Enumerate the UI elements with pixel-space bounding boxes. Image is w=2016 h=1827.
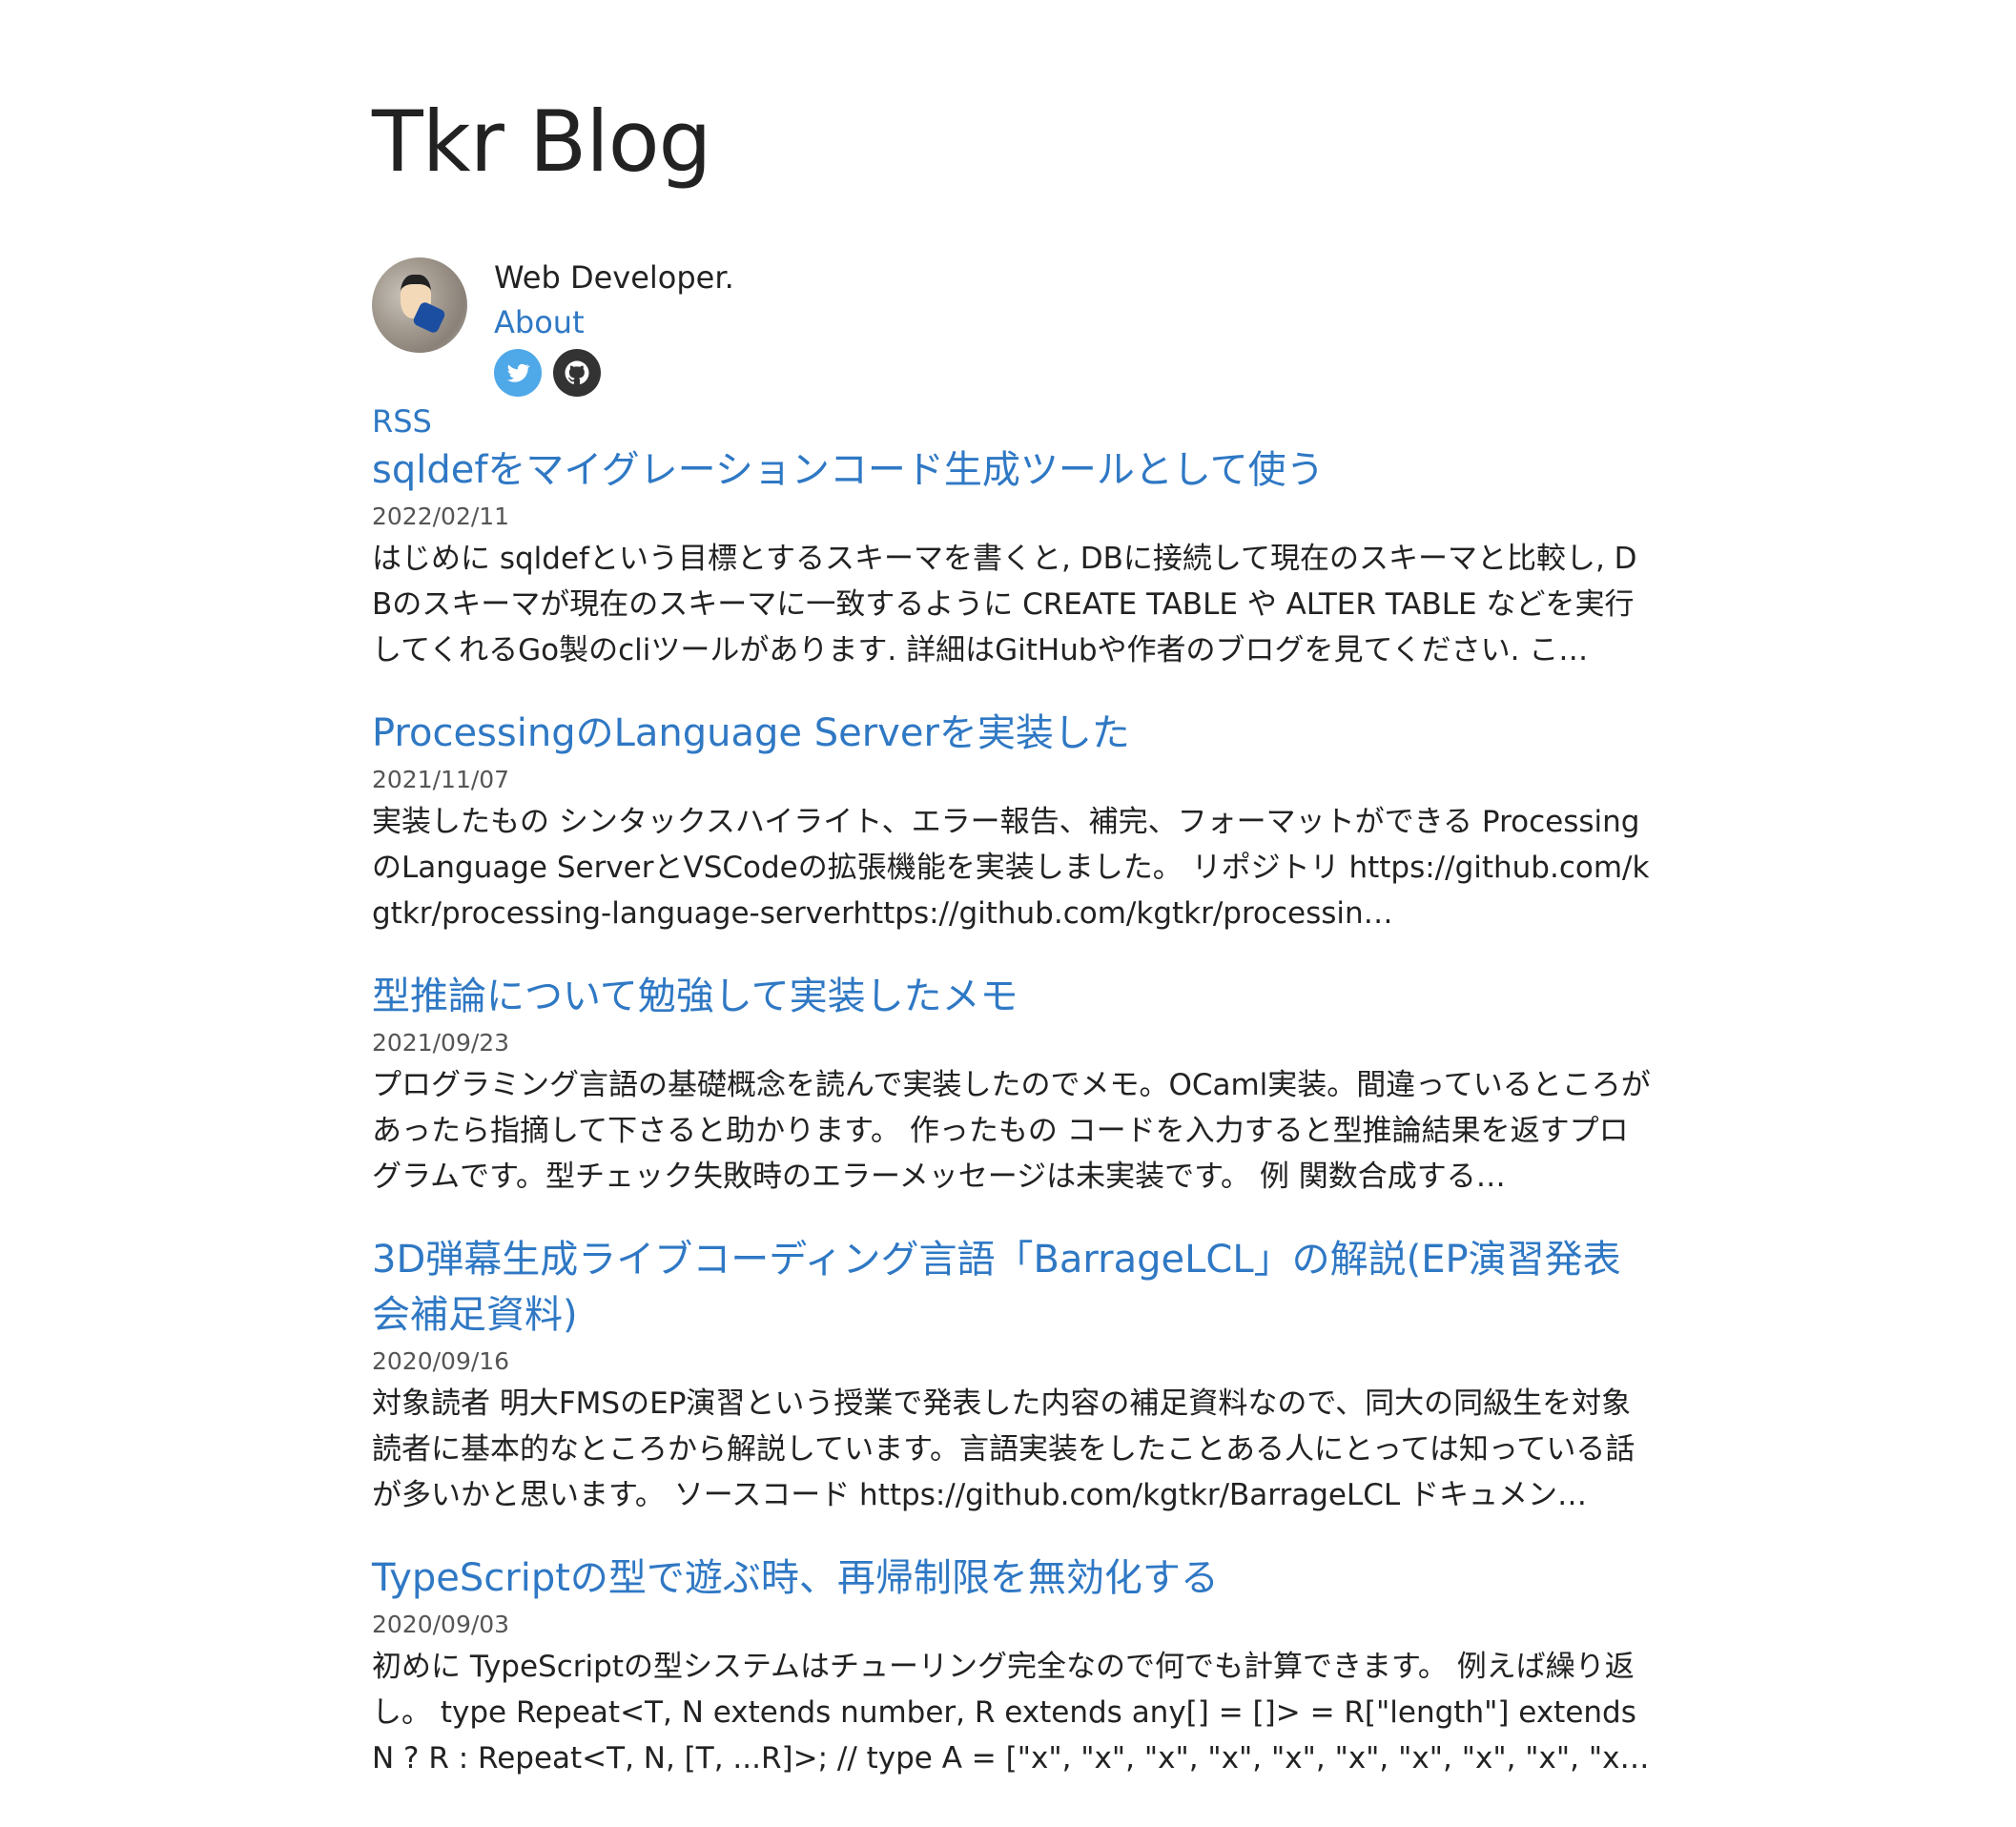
post-date: 2020/09/16: [372, 1347, 510, 1375]
post-list: sqldefをマイグレーションコード生成ツールとして使う 2022/02/11 …: [372, 442, 1655, 1781]
post-title-link[interactable]: 3D弾幕生成ライブコーディング言語「BarrageLCL」の解説(EP演習発表会…: [372, 1232, 1655, 1343]
twitter-bird-glyph: [506, 363, 530, 382]
post-excerpt: はじめに sqldefという目標とするスキーマを書くと, DBに接続して現在のス…: [372, 542, 1637, 667]
post-item: TypeScriptの型で遊ぶ時、再帰制限を無効化する 2020/09/03 初…: [372, 1550, 1655, 1781]
avatar: [372, 257, 467, 353]
post-date: 2021/11/07: [372, 766, 510, 793]
social-links: [494, 349, 734, 397]
post-title-link[interactable]: ProcessingのLanguage Serverを実装した: [372, 706, 1655, 761]
post-excerpt: 初めに TypeScriptの型システムはチューリング完全なので何でも計算できま…: [372, 1650, 1645, 1776]
post-title-link[interactable]: TypeScriptの型で遊ぶ時、再帰制限を無効化する: [372, 1550, 1655, 1606]
profile: Web Developer. About: [372, 257, 1655, 400]
post-date: 2022/02/11: [372, 503, 510, 530]
profile-info: Web Developer. About: [494, 257, 734, 400]
post-item: sqldefをマイグレーションコード生成ツールとして使う 2022/02/11 …: [372, 442, 1655, 673]
post-title-link[interactable]: sqldefをマイグレーションコード生成ツールとして使う: [372, 442, 1655, 498]
about-link[interactable]: About: [494, 299, 734, 345]
post-excerpt: プログラミング言語の基礎概念を読んで実装したのでメモ。OCaml実装。間違ってい…: [372, 1068, 1651, 1194]
profile-bio: Web Developer.: [494, 259, 734, 296]
github-octocat-glyph: [565, 360, 589, 384]
site-title[interactable]: Tkr Blog: [372, 92, 1655, 196]
post-item: 型推論について勉強して実装したメモ 2021/09/23 プログラミング言語の基…: [372, 969, 1655, 1200]
post-item: ProcessingのLanguage Serverを実装した 2021/11/…: [372, 706, 1655, 936]
post-date: 2020/09/03: [372, 1611, 510, 1638]
page-container: Tkr Blog Web Developer. About RSS sqldef…: [372, 92, 1655, 1814]
post-excerpt: 実装したもの シンタックスハイライト、エラー報告、補完、フォーマットができる P…: [372, 805, 1650, 931]
post-date: 2021/09/23: [372, 1029, 510, 1057]
post-excerpt: 対象読者 明大FMSのEP演習という授業で発表した内容の補足資料なので、同大の同…: [372, 1386, 1635, 1512]
rss-link[interactable]: RSS: [372, 400, 1655, 442]
post-title-link[interactable]: 型推論について勉強して実装したメモ: [372, 969, 1655, 1024]
github-icon[interactable]: [553, 349, 601, 397]
post-item: 3D弾幕生成ライブコーディング言語「BarrageLCL」の解説(EP演習発表会…: [372, 1232, 1655, 1518]
twitter-icon[interactable]: [494, 349, 542, 397]
